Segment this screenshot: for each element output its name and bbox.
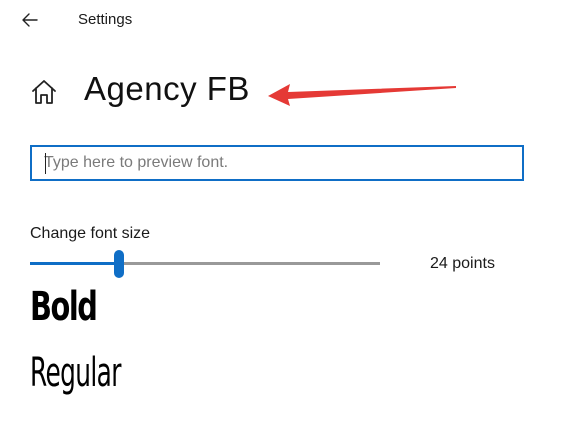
font-settings-page: Settings Agency FB Change font size 24 p… — [0, 0, 564, 442]
bold-sample-text: Bold — [30, 284, 98, 330]
page-title: Agency FB — [84, 70, 250, 107]
text-caret — [45, 153, 46, 174]
back-button[interactable] — [18, 8, 42, 32]
font-preview-input[interactable] — [30, 145, 524, 181]
home-icon[interactable] — [30, 78, 58, 106]
back-arrow-icon — [22, 13, 38, 27]
window-title: Settings — [78, 11, 133, 28]
font-size-label: Change font size — [30, 225, 151, 242]
font-size-value: 24 points — [430, 255, 495, 272]
slider-thumb[interactable] — [114, 250, 124, 278]
annotation-arrow — [268, 84, 456, 106]
slider-fill — [30, 262, 119, 265]
regular-sample-text: Regular — [30, 350, 121, 396]
font-size-slider[interactable] — [30, 250, 382, 278]
